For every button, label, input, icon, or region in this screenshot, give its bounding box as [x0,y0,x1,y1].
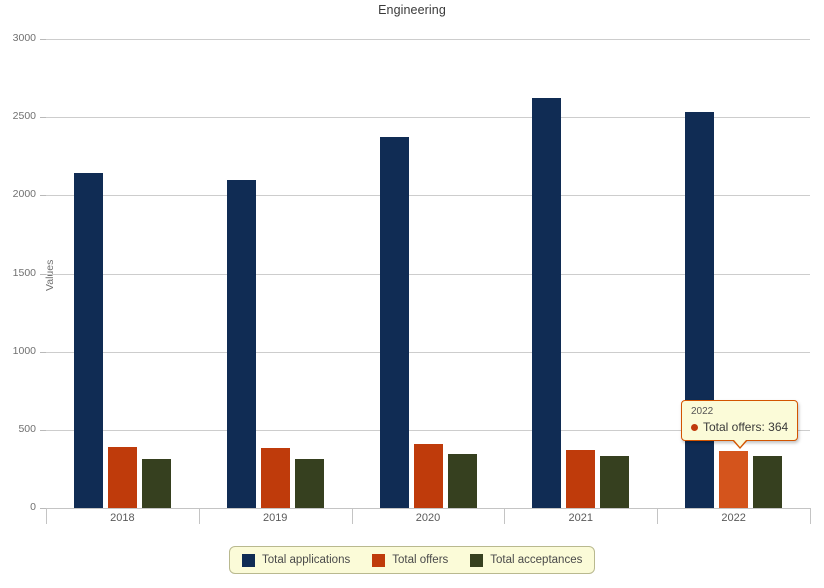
bar-2021-total-applications[interactable] [532,98,562,508]
x-axis-tick-label-2020: 2020 [415,512,441,524]
bar-2018-total-acceptances[interactable] [141,458,171,508]
y-axis-tick [40,351,46,353]
tooltip-category: 2022 [691,406,714,417]
legend-swatch-icon [372,553,386,567]
y-axis-tick-label: 0 [30,501,36,513]
x-axis-tick [504,508,506,524]
bar-2019-total-offers[interactable] [260,447,290,508]
y-axis-tick-label: 2500 [12,110,36,123]
x-axis-tick [198,508,200,524]
chart-legend: Total applications Total offers Total acce… [229,546,596,574]
y-axis-tick-label: 1000 [12,344,36,357]
bar-2020-total-applications[interactable] [379,137,409,508]
legend-item-total-applications[interactable]: Total applications [242,553,351,567]
legend-label: Total acceptances [490,554,583,566]
x-axis-tick [46,508,47,524]
y-axis-tick [40,117,46,119]
bar-2019-total-applications[interactable] [226,180,256,508]
bar-2018-total-applications[interactable] [73,173,103,508]
bullet-icon [691,423,698,431]
bar-2020-total-offers[interactable] [413,443,443,508]
tooltip-row: Total offers: 364 [691,420,788,434]
bar-2020-total-acceptances[interactable] [447,454,477,508]
bar-2022-total-applications[interactable] [685,111,715,508]
tooltip-value-text: Total offers: 364 [703,420,789,434]
y-axis-tick [40,195,46,197]
y-axis-tick-label: 500 [18,422,36,435]
y-axis-tick-label: 1500 [12,266,36,279]
y-axis-tick [40,273,46,275]
legend-item-total-acceptances[interactable]: Total acceptances [470,553,583,567]
x-axis-tick [810,508,811,524]
gridline [46,39,810,40]
tooltip-pointer-inner-icon [733,440,746,447]
bar-2021-total-acceptances[interactable] [600,456,630,508]
bar-2018-total-offers[interactable] [107,447,137,508]
bar-2022-total-offers[interactable] [719,451,749,508]
bar-2019-total-acceptances[interactable] [294,458,324,508]
y-axis-tick-label: 3000 [12,32,36,44]
x-axis-tick-label-2019: 2019 [262,512,288,524]
y-axis-tick [40,429,46,431]
y-axis-tick-label: 2000 [12,188,36,201]
y-axis-title: Values [44,259,56,291]
bar-2022-total-acceptances[interactable] [753,456,783,508]
y-axis-tick [40,39,46,40]
x-axis-tick-label-2022: 2022 [721,512,746,524]
legend-label: Total applications [262,554,351,566]
legend-swatch-icon [470,553,484,567]
x-axis-tick [351,508,353,524]
chart-container: Engineering Values 0 500 1000 1500 2000 2500 3… [0,0,824,588]
legend-item-total-offers[interactable]: Total offers [372,553,449,567]
legend-label: Total offers [392,554,449,566]
x-axis-tick-label-2018: 2018 [110,512,135,524]
legend-swatch-icon [242,553,255,567]
x-axis-tick [657,508,659,524]
chart-tooltip: 2022 Total offers: 364 [681,400,799,449]
chart-title: Engineering [378,3,446,17]
x-axis-tick-label-2021: 2021 [568,512,594,524]
bar-2021-total-offers[interactable] [566,450,596,508]
x-axis-line [46,508,810,509]
